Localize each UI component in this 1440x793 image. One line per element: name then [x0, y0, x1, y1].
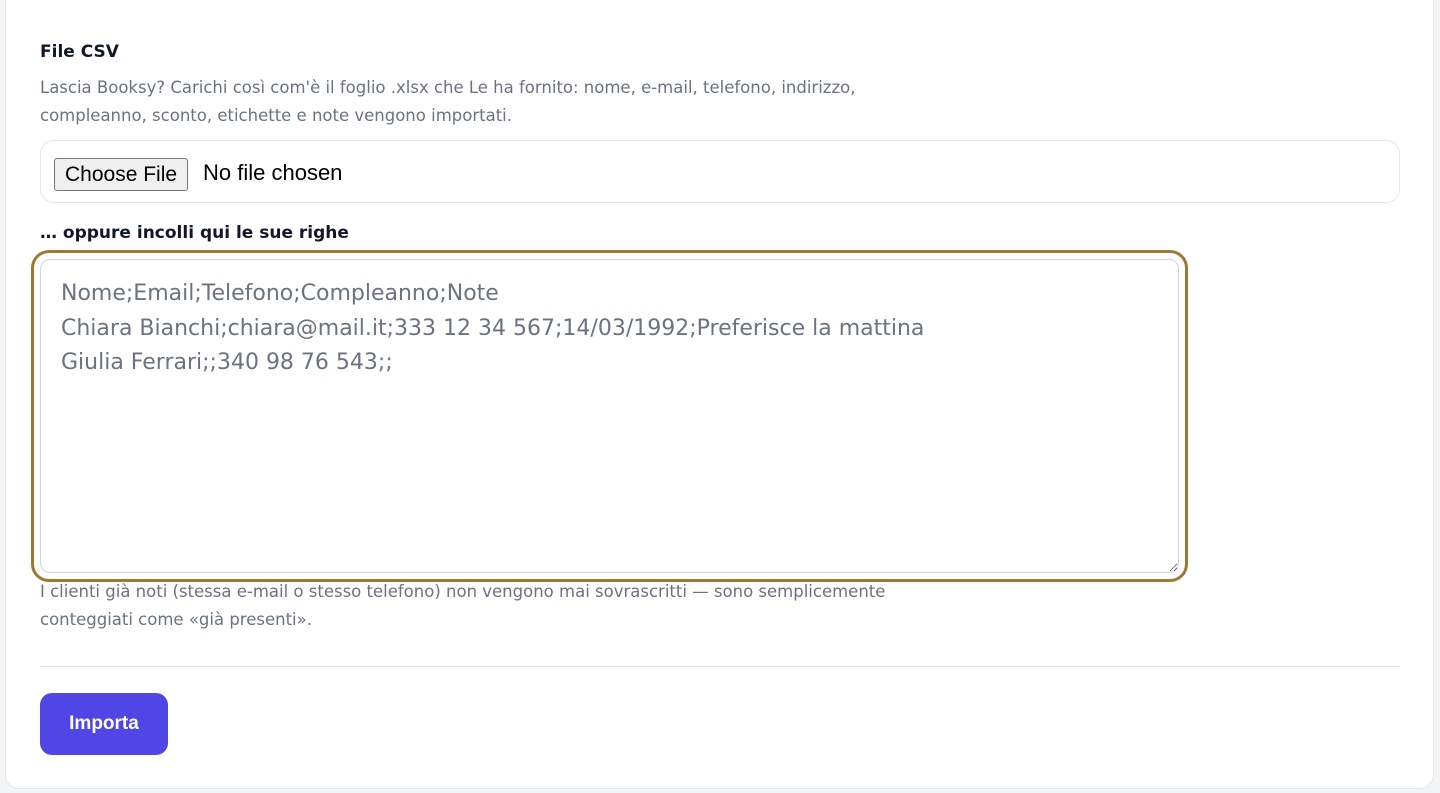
file-status-text: No file chosen [203, 160, 343, 185]
duplicates-help: I clienti già noti (stessa e-mail o stes… [40, 582, 886, 629]
section-divider [40, 666, 1400, 667]
choose-file-button[interactable]: Choose File [54, 158, 189, 191]
paste-rows-textarea[interactable] [40, 259, 1179, 573]
csv-file-label: File CSV [40, 42, 119, 62]
import-button[interactable]: Importa [40, 693, 168, 755]
file-input-box[interactable]: Choose File No file chosen [40, 140, 1400, 203]
csv-file-help: Lascia Booksy? Carichi così com'è il fog… [40, 78, 856, 125]
paste-rows-label: … oppure incolli qui le sue righe [40, 223, 349, 243]
